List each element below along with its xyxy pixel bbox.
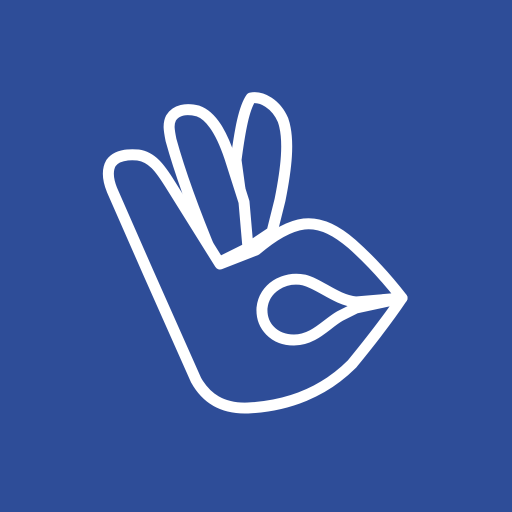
app-icon-canvas — [0, 0, 512, 512]
ok-hand-gesture-icon — [0, 0, 512, 512]
